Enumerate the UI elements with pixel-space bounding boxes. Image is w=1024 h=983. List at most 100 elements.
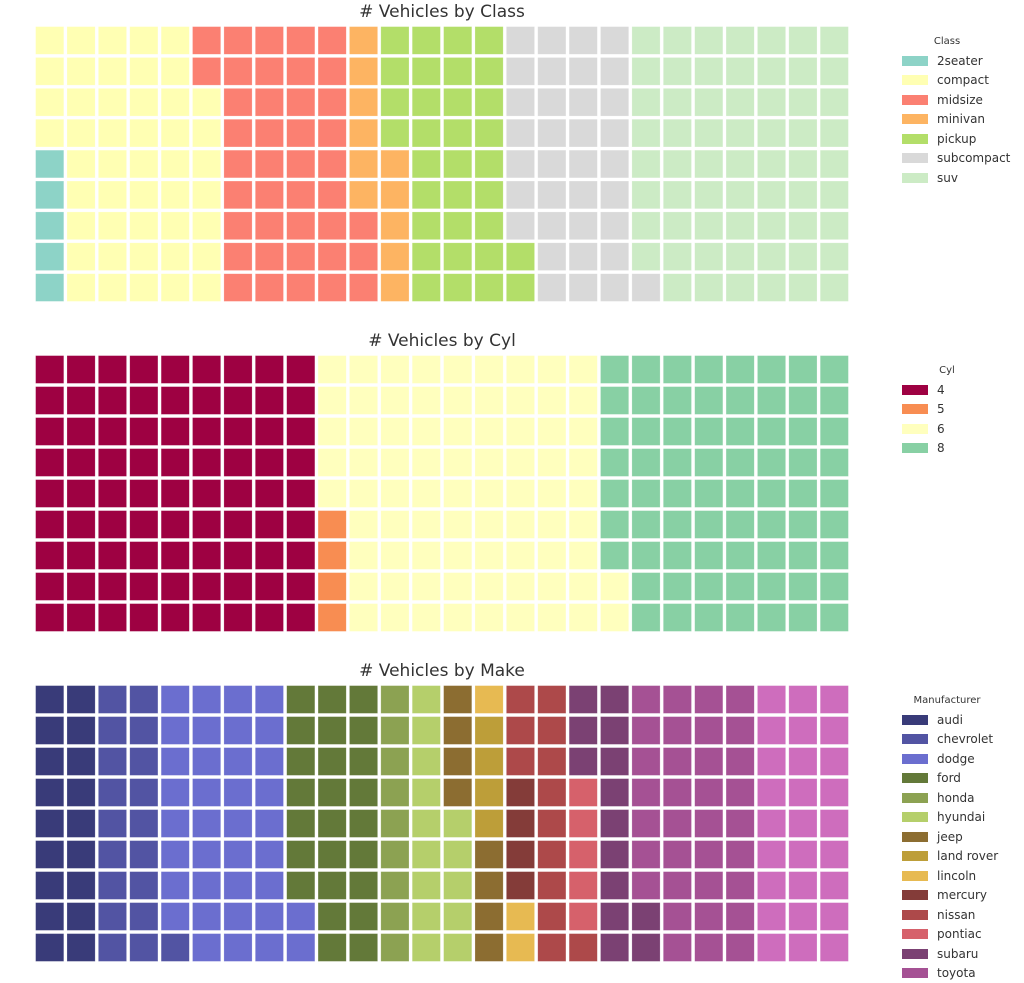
waffle-tile-dodge — [224, 779, 252, 807]
waffle-tile-chevrolet — [98, 841, 126, 869]
waffle-tile-audi — [36, 872, 64, 900]
legend-item-dodge: dodge — [900, 749, 1024, 769]
waffle-tile-chevrolet — [130, 810, 158, 838]
waffle-tile-subaru — [632, 903, 660, 931]
waffle-tile-dodge — [193, 903, 221, 931]
waffle-tile-toyota — [726, 748, 754, 776]
waffle-tile-toyota — [695, 686, 723, 714]
waffle-tile-ford — [349, 779, 377, 807]
waffle-tile-mercury — [506, 841, 534, 869]
waffle-tile-chevrolet — [130, 934, 158, 962]
waffle-tile-hyundai — [412, 686, 440, 714]
legend-swatch — [902, 812, 928, 822]
legend-swatch — [902, 754, 928, 764]
waffle-tile-chevrolet — [98, 872, 126, 900]
waffle-tile-volkswagen — [757, 717, 785, 745]
waffle-tile-dodge — [161, 841, 189, 869]
waffle-tile-subaru — [601, 748, 629, 776]
legend-swatch — [902, 890, 928, 900]
waffle-tile-audi — [36, 934, 64, 962]
waffle-tile-volkswagen — [757, 872, 785, 900]
waffle-tile-dodge — [193, 810, 221, 838]
waffle-tile-honda — [381, 903, 409, 931]
waffle-tile-jeep — [444, 717, 472, 745]
waffle-tile-volkswagen — [820, 934, 848, 962]
legend-label: ford — [937, 771, 961, 785]
waffle-tile-nissan — [506, 748, 534, 776]
legend-item-honda: honda — [900, 788, 1024, 808]
waffle-tile-pontiac — [569, 841, 597, 869]
legend-label: honda — [937, 791, 975, 805]
waffle-tile-ford — [318, 903, 346, 931]
legend-swatch — [902, 929, 928, 939]
waffle-tile-hyundai — [412, 872, 440, 900]
waffle-tile-audi — [36, 748, 64, 776]
waffle-tile-ford — [318, 748, 346, 776]
waffle-tile-audi — [36, 810, 64, 838]
legend-swatch — [902, 968, 928, 978]
waffle-tile-dodge — [193, 717, 221, 745]
waffle-tile-mercury — [506, 872, 534, 900]
waffle-tile-dodge — [255, 779, 283, 807]
waffle-tile-chevrolet — [130, 717, 158, 745]
waffle-tile-honda — [381, 810, 409, 838]
waffle-tile-honda — [381, 717, 409, 745]
waffle-tile-toyota — [726, 717, 754, 745]
waffle-tile-pontiac — [569, 810, 597, 838]
legend-item-pontiac: pontiac — [900, 925, 1024, 945]
waffle-tile-honda — [381, 872, 409, 900]
waffle-tile-subaru — [601, 686, 629, 714]
waffle-tile-honda — [381, 748, 409, 776]
waffle-tile-dodge — [287, 903, 315, 931]
waffle-tile-volkswagen — [757, 810, 785, 838]
waffle-tile-dodge — [161, 903, 189, 931]
legend-swatch — [902, 851, 928, 861]
waffle-tile-toyota — [663, 934, 691, 962]
waffle-tile-volkswagen — [789, 903, 817, 931]
waffle-tile-chevrolet — [130, 841, 158, 869]
waffle-tile-nissan — [538, 841, 566, 869]
waffle-tile-pontiac — [569, 872, 597, 900]
waffle-tile-lincoln — [506, 934, 534, 962]
waffle-tile-toyota — [663, 779, 691, 807]
waffle-tile-toyota — [632, 779, 660, 807]
waffle-tile-dodge — [161, 810, 189, 838]
waffle-tile-toyota — [726, 686, 754, 714]
waffle-tile-ford — [287, 810, 315, 838]
waffle-tile-dodge — [287, 934, 315, 962]
waffle-tile-chevrolet — [98, 810, 126, 838]
waffle-tile-toyota — [663, 810, 691, 838]
waffle-tile-land-rover — [475, 717, 503, 745]
waffle-tile-ford — [349, 748, 377, 776]
waffle-tile-hyundai — [412, 934, 440, 962]
waffle-tile-toyota — [632, 810, 660, 838]
waffle-tile-dodge — [193, 748, 221, 776]
waffle-tile-audi — [36, 779, 64, 807]
waffle-tile-nissan — [538, 872, 566, 900]
waffle-tile-nissan — [506, 686, 534, 714]
waffle-tile-toyota — [695, 748, 723, 776]
waffle-tile-volkswagen — [757, 841, 785, 869]
waffle-tile-dodge — [193, 841, 221, 869]
waffle-tile-volkswagen — [757, 903, 785, 931]
waffle-tile-honda — [381, 686, 409, 714]
waffle-tile-hyundai — [444, 872, 472, 900]
legend-label: lincoln — [937, 869, 976, 883]
waffle-tile-hyundai — [444, 810, 472, 838]
waffle-tile-dodge — [161, 717, 189, 745]
waffle-tile-dodge — [161, 872, 189, 900]
waffle-tile-subaru — [601, 779, 629, 807]
legend-label: land rover — [937, 849, 998, 863]
waffle-tile-chevrolet — [130, 686, 158, 714]
waffle-tile-nissan — [506, 717, 534, 745]
waffle-tile-jeep — [475, 872, 503, 900]
waffle-tile-toyota — [695, 841, 723, 869]
waffle-tile-nissan — [538, 903, 566, 931]
legend-swatch — [902, 734, 928, 744]
waffle-tile-audi — [67, 903, 95, 931]
legend-label: dodge — [937, 752, 975, 766]
waffle-tile-toyota — [726, 810, 754, 838]
waffle-tile-volkswagen — [820, 686, 848, 714]
legend-item-mercury: mercury — [900, 886, 1024, 906]
waffle-tile-chevrolet — [130, 872, 158, 900]
